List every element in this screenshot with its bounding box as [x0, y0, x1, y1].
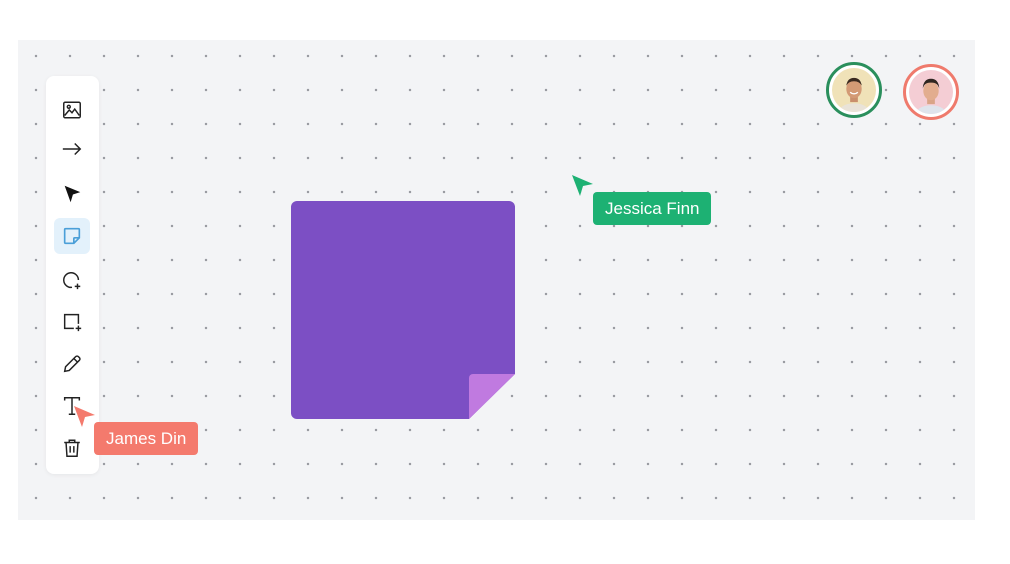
trash-icon	[64, 439, 80, 457]
pointer-icon	[64, 185, 81, 203]
circle-tool-button[interactable]	[54, 262, 90, 298]
james-cursor-label: James Din	[94, 422, 199, 455]
sticky-note-fold	[469, 374, 515, 419]
select-tool-button[interactable]	[54, 176, 90, 212]
delete-tool-button[interactable]	[54, 430, 90, 466]
jessica-cursor-icon	[572, 175, 593, 196]
sticky-note[interactable]	[291, 201, 515, 419]
avatar-jessica-finn[interactable]	[826, 62, 882, 118]
jessica-cursor-label: Jessica Finn	[593, 192, 712, 225]
image-icon	[63, 101, 81, 119]
image-tool-button[interactable]	[54, 92, 90, 128]
sticky-note-icon	[63, 227, 81, 245]
circle-plus-icon	[63, 272, 81, 290]
pencil-tool-button[interactable]	[54, 346, 90, 382]
rectangle-tool-button[interactable]	[54, 304, 90, 340]
connector-tool-button[interactable]	[54, 131, 90, 167]
avatar-james-din[interactable]	[903, 64, 959, 120]
arrow-right-icon	[62, 142, 82, 156]
square-plus-icon	[63, 313, 82, 332]
sticky-note-tool-button[interactable]	[54, 218, 90, 254]
pencil-icon	[63, 355, 81, 373]
